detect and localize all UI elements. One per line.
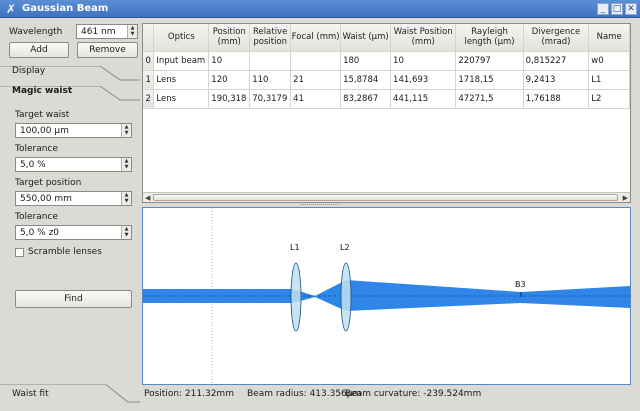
target-waist-spinbox[interactable]: 100,00 µm ▲ ▼ (15, 123, 132, 138)
table-cell[interactable]: 141,693 (390, 70, 457, 90)
table-row[interactable]: 2 Lens 190,318 70,3179 41 83,2867 441,11… (143, 89, 630, 109)
table-cell[interactable]: L2 (588, 89, 630, 109)
scroll-right-icon[interactable]: ▶ (623, 194, 628, 202)
minimize-button[interactable]: _ (597, 3, 609, 15)
table-cell[interactable]: 70,3179 (249, 89, 292, 109)
table-cell[interactable]: 110 (249, 70, 292, 90)
table-cell[interactable]: 41 (290, 89, 342, 109)
horizontal-scrollbar[interactable]: ◀ ▶ (143, 192, 630, 202)
optics-grid: Optics Position (mm) Relative position F… (143, 24, 630, 109)
table-cell[interactable]: 190,318 (208, 89, 251, 109)
status-beam-curvature: Beam curvature: -239.524mm (345, 389, 482, 399)
table-cell[interactable]: 10 (390, 51, 457, 71)
scroll-left-icon[interactable]: ◀ (145, 194, 150, 202)
marker-label-b3: B3 (515, 280, 526, 289)
table-cell[interactable]: 21 (290, 70, 342, 90)
position-tolerance-label: Tolerance (15, 212, 58, 222)
table-cell[interactable]: 1,76188 (523, 89, 590, 109)
table-cell[interactable]: 15,8784 (340, 70, 392, 90)
lens-label-l2: L2 (340, 243, 350, 252)
table-cell[interactable]: 10 (208, 51, 251, 71)
column-header[interactable]: Optics (153, 24, 210, 52)
beam-envelope (143, 280, 630, 311)
table-cell[interactable]: L1 (588, 70, 630, 90)
table-cell[interactable]: Lens (153, 70, 210, 90)
scrollbar-thumb[interactable] (153, 194, 618, 201)
tolerance-label: Tolerance (15, 144, 58, 154)
target-position-label: Target position (15, 178, 82, 188)
table-cell[interactable]: 120 (208, 70, 251, 90)
spin-down-icon[interactable]: ▼ (123, 130, 130, 136)
position-tolerance-spinbox[interactable]: 5,0 % z0 ▲ ▼ (15, 225, 132, 240)
wavelength-value: 461 nm (81, 27, 116, 37)
tab-magic-waist[interactable]: Magic waist (0, 86, 140, 102)
app-icon: ✗ (5, 2, 17, 16)
column-header[interactable]: Name (588, 24, 630, 52)
column-header[interactable]: Waist (µm) (340, 24, 392, 52)
table-cell[interactable]: 220797 (455, 51, 524, 71)
table-cell[interactable]: Lens (153, 89, 210, 109)
tolerance-spinbox[interactable]: 5,0 % ▲ ▼ (15, 157, 132, 172)
row-header[interactable]: 1 (143, 70, 155, 90)
table-corner (143, 24, 155, 52)
column-header[interactable]: Relative position (249, 24, 292, 52)
remove-button[interactable]: Remove (77, 42, 138, 58)
target-position-spinbox[interactable]: 550,00 mm ▲ ▼ (15, 191, 132, 206)
scramble-lenses-checkbox[interactable] (15, 248, 24, 257)
lens-l2[interactable] (340, 262, 352, 332)
position-tolerance-value: 5,0 % z0 (20, 228, 60, 238)
close-button[interactable]: ✕ (625, 3, 637, 15)
column-header[interactable]: Position (mm) (208, 24, 251, 52)
maximize-button[interactable]: □ (611, 3, 623, 15)
lens-l1[interactable] (290, 262, 302, 332)
spin-down-icon[interactable]: ▼ (123, 232, 130, 238)
column-header[interactable]: Waist Position (mm) (390, 24, 457, 52)
tab-waist-fit[interactable]: Waist fit (0, 384, 140, 406)
spin-down-icon[interactable]: ▼ (123, 198, 130, 204)
beam-plot[interactable]: L1 L2 B3 (142, 207, 631, 385)
tab-waist-fit-label: Waist fit (12, 389, 49, 399)
title-bar: ✗ Gaussian Beam _ □ ✕ (0, 0, 640, 18)
column-header[interactable]: Rayleigh length (µm) (455, 24, 524, 52)
tolerance-value: 5,0 % (20, 160, 46, 170)
target-position-value: 550,00 mm (20, 194, 72, 204)
row-header[interactable]: 0 (143, 51, 155, 71)
left-panel: Wavelength 461 nm ▲ ▼ Add Remove Display … (0, 19, 140, 411)
table-cell[interactable]: 441,115 (390, 89, 457, 109)
lens-label-l1: L1 (290, 243, 300, 252)
scramble-lenses-label: Scramble lenses (28, 247, 102, 257)
find-button[interactable]: Find (15, 290, 132, 308)
row-header[interactable]: 2 (143, 89, 155, 109)
target-waist-value: 100,00 µm (20, 126, 69, 136)
optics-table[interactable]: Optics Position (mm) Relative position F… (142, 23, 631, 203)
table-cell[interactable]: w0 (588, 51, 630, 71)
spin-down-icon[interactable]: ▼ (123, 164, 130, 170)
table-cell[interactable]: 83,2867 (340, 89, 392, 109)
table-cell[interactable]: 180 (340, 51, 392, 71)
table-cell[interactable] (290, 51, 342, 71)
table-cell[interactable] (249, 51, 292, 71)
table-row[interactable]: 0 Input beam 10 180 10 220797 0,815227 w… (143, 51, 630, 71)
beam-plot-svg: L1 L2 B3 (143, 208, 630, 384)
table-row[interactable]: 1 Lens 120 110 21 15,8784 141,693 1718,1… (143, 70, 630, 90)
window-title: Gaussian Beam (22, 3, 109, 14)
table-cell[interactable]: 9,2413 (523, 70, 590, 90)
wavelength-spinbox[interactable]: 461 nm ▲ ▼ (76, 24, 138, 39)
table-cell[interactable]: 0,815227 (523, 51, 590, 71)
add-button[interactable]: Add (9, 42, 69, 58)
status-position: Position: 211.32mm (144, 389, 234, 399)
target-waist-label: Target waist (15, 110, 70, 120)
tab-display[interactable]: Display (0, 66, 140, 82)
status-bar: Position: 211.32mm Beam radius: 413.356µ… (142, 388, 631, 402)
spin-down-icon[interactable]: ▼ (129, 31, 136, 37)
tab-display-label: Display (12, 66, 46, 76)
column-header[interactable]: Divergence (mrad) (523, 24, 590, 52)
table-cell[interactable]: 47271,5 (455, 89, 524, 109)
tab-magic-waist-label: Magic waist (12, 86, 73, 96)
column-header[interactable]: Focal (mm) (290, 24, 342, 52)
table-cell[interactable]: Input beam (153, 51, 210, 71)
table-cell[interactable]: 1718,15 (455, 70, 524, 90)
wavelength-label: Wavelength (9, 27, 63, 37)
